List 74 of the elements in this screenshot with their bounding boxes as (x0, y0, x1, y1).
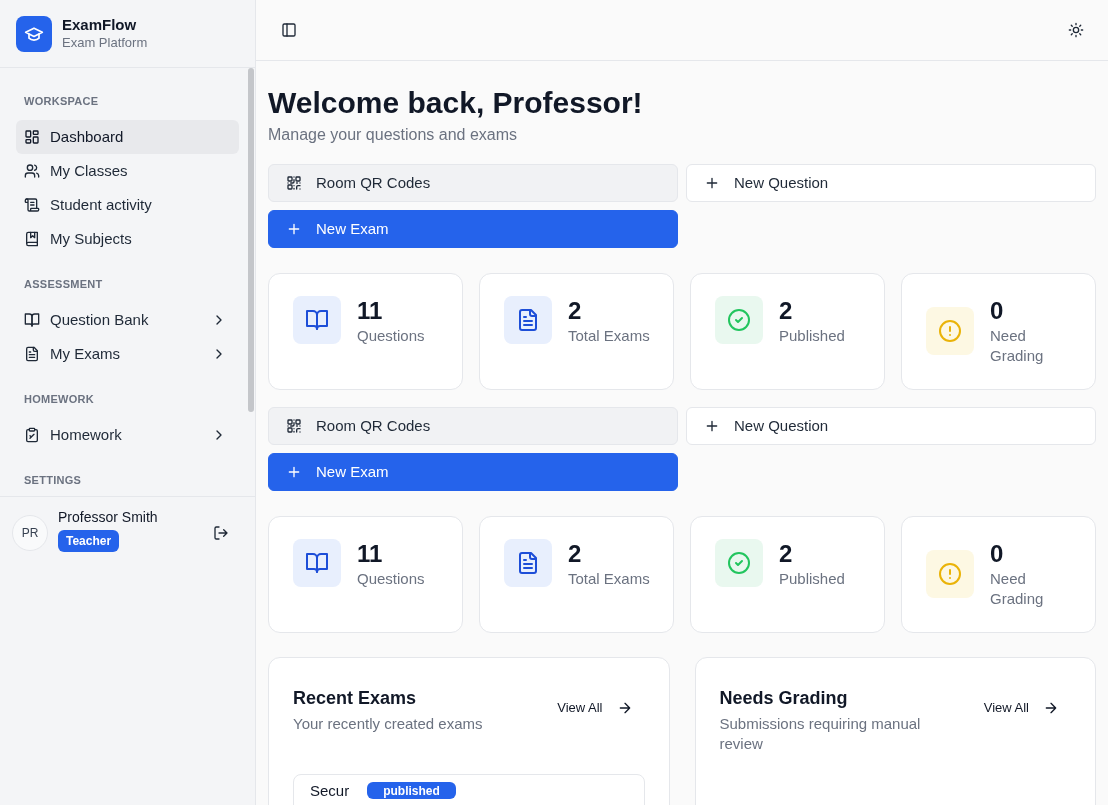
stat-label: Need Grading (990, 569, 1045, 609)
new-exam-button[interactable]: New Exam (268, 210, 678, 248)
user-avatar: PR (12, 514, 48, 551)
panel-title: Needs Grading (719, 687, 849, 710)
new-question-button[interactable]: New Question (686, 164, 1096, 202)
nav-item[interactable]: Dashboard (16, 120, 239, 154)
exam-title: Secur (310, 782, 350, 799)
qr-code-icon (286, 418, 302, 434)
brand-name: ExamFlow (62, 16, 138, 35)
check-circle-icon (727, 308, 751, 332)
stat-value: 2 (568, 539, 583, 569)
nav-item[interactable]: My Exams (16, 337, 239, 371)
open-book-icon (24, 312, 40, 328)
section-label: HOMEWORK (23, 392, 96, 406)
role-badge: Teacher (58, 530, 120, 552)
dashboard-icon (24, 129, 40, 145)
qr-code-icon (286, 175, 302, 191)
logout-icon (213, 524, 229, 541)
page-title: Welcome back, Professor! (268, 85, 644, 121)
view-all-link[interactable]: View All (557, 698, 633, 718)
document-icon (516, 308, 540, 332)
user-name: Professor Smith (58, 508, 158, 527)
qr-codes-button[interactable]: Room QR Codes (268, 407, 678, 445)
stat-label: Questions (357, 326, 426, 346)
stat-value: 0 (990, 296, 1005, 326)
section-label: ASSESSMENT (23, 277, 104, 291)
panel-subtitle: Submissions requiring manual review (719, 714, 922, 754)
panel-subtitle: Your recently created exams (293, 714, 484, 734)
scroll-icon (24, 197, 40, 213)
bookmarked-book-icon (24, 231, 40, 247)
nav-item[interactable]: My Subjects (16, 222, 239, 256)
stat-label: Need Grading (990, 326, 1045, 366)
alert-circle-icon (938, 319, 962, 343)
stat-label: Published (779, 569, 846, 589)
page-subtitle: Manage your questions and exams (268, 125, 519, 145)
panel-title: Recent Exams (293, 687, 418, 710)
stat-label: Total Exams (568, 569, 651, 589)
stat-value: 2 (568, 296, 583, 326)
brand-tagline: Exam Platform (62, 34, 148, 51)
open-book-icon (305, 308, 329, 332)
stat-label: Total Exams (568, 326, 651, 346)
new-question-button[interactable]: New Question (686, 407, 1096, 445)
section-label: SETTINGS (23, 473, 83, 487)
sun-icon (1068, 22, 1084, 38)
stat-label: Published (779, 326, 846, 346)
nav-item[interactable]: Homework (16, 418, 239, 452)
qr-codes-button[interactable]: Room QR Codes (268, 164, 678, 202)
check-circle-icon (727, 551, 751, 575)
sidebar-toggle-icon (281, 22, 297, 38)
alert-circle-icon (938, 562, 962, 586)
section-label: WORKSPACE (23, 94, 100, 108)
document-icon (516, 551, 540, 575)
scrollbar-thumb[interactable] (248, 68, 254, 412)
status-badge: published (367, 782, 456, 799)
nav-item[interactable]: Student activity (16, 188, 239, 222)
plus-icon (286, 221, 302, 237)
nav-item[interactable]: My Classes (16, 154, 239, 188)
open-book-icon (305, 551, 329, 575)
stat-value: 11 (357, 539, 384, 569)
plus-icon (704, 175, 720, 191)
stat-value: 11 (357, 296, 384, 326)
clipboard-icon (24, 427, 40, 443)
nav-item[interactable]: Question Bank (16, 303, 239, 337)
stat-value: 2 (779, 539, 794, 569)
document-icon (24, 346, 40, 362)
plus-icon (286, 464, 302, 480)
new-exam-button[interactable]: New Exam (268, 453, 678, 491)
exam-item[interactable]: Secur published (293, 774, 645, 805)
stat-label: Questions (357, 569, 426, 589)
stat-value: 0 (990, 539, 1005, 569)
stat-value: 2 (779, 296, 794, 326)
plus-icon (704, 418, 720, 434)
users-icon (24, 163, 40, 179)
view-all-link[interactable]: View All (983, 698, 1059, 718)
